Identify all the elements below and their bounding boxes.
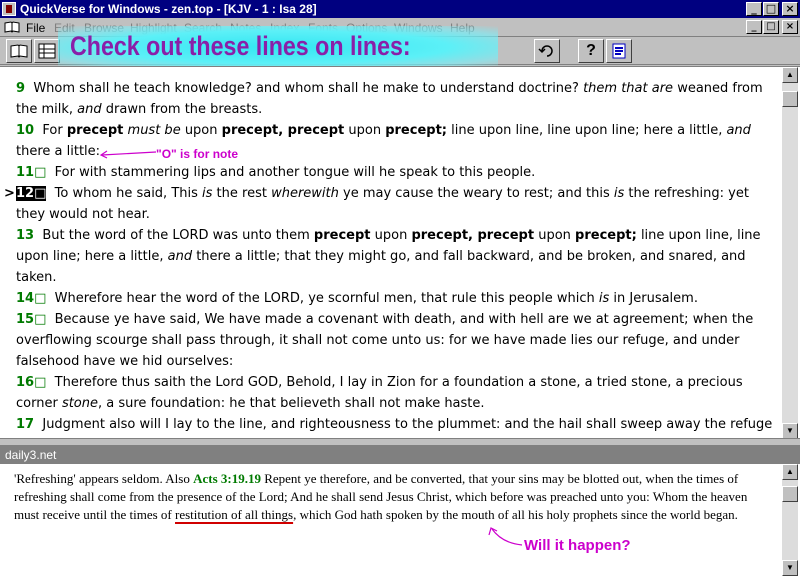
verse[interactable]: >12□ To whom he said, This is the rest w…	[4, 183, 778, 225]
notes-pane[interactable]: 'Refreshing' appears seldom. Also Acts 3…	[0, 464, 800, 576]
verse-number[interactable]: 11□	[16, 165, 46, 180]
bible-text-pane[interactable]: 9 Whom shall he teach knowledge? and who…	[0, 66, 800, 453]
verse-text: upon	[370, 228, 412, 243]
verse-text: in Jerusalem.	[609, 291, 698, 306]
verse-number[interactable]: 14□	[16, 291, 46, 306]
child-minimize-button[interactable]: _	[746, 20, 762, 34]
minimize-button[interactable]: _	[746, 2, 762, 16]
scripture-reference-link[interactable]: Acts 3:19.19	[193, 471, 261, 486]
verse-text: Whom shall he teach knowledge? and whom …	[33, 81, 584, 96]
verse-text: line upon line, line upon line; here a l…	[447, 123, 727, 138]
note-arrow-icon	[99, 150, 157, 159]
verse-text: For with stammering lips and another ton…	[54, 165, 536, 180]
verse-number[interactable]: 15□	[16, 312, 46, 327]
verse-text: For	[42, 123, 67, 138]
verse-text: is	[598, 291, 610, 306]
verse-number[interactable]: 17	[16, 417, 34, 432]
verse-text: , a sure foundation: he that believeth s…	[98, 396, 485, 411]
verse-text: must be	[127, 123, 181, 138]
menu-file[interactable]: File	[26, 21, 45, 35]
current-verse-pointer: >	[4, 186, 15, 201]
verse-text: precept, precept	[221, 123, 345, 138]
scroll-up-button[interactable]: ▲	[782, 67, 798, 83]
help-button[interactable]: ?	[578, 39, 604, 63]
verse-text: and	[726, 123, 751, 138]
open-book-button[interactable]	[6, 39, 32, 63]
note-text-intro: 'Refreshing' appears seldom. Also	[14, 471, 194, 486]
verse-text: there a little:	[16, 144, 101, 159]
verse-number[interactable]: 13	[16, 228, 34, 243]
title-bar[interactable]: QuickVerse for Windows - zen.top - [KJV …	[0, 0, 800, 18]
verse[interactable]: 15□ Because ye have said, We have made a…	[16, 309, 778, 372]
verse-text: ye may cause the weary to rest; and this	[338, 186, 614, 201]
child-restore-button[interactable]: □	[763, 20, 779, 34]
notes-scroll-thumb[interactable]	[782, 486, 798, 502]
book-icon[interactable]	[4, 21, 20, 33]
verse-text: Because ye have said, We have made a cov…	[16, 312, 754, 369]
undo-button[interactable]	[534, 39, 560, 63]
verse[interactable]: 16□ Therefore thus saith the Lord GOD, B…	[16, 372, 778, 414]
verse-text: and	[167, 249, 193, 264]
app-icon[interactable]	[2, 2, 16, 16]
pane-splitter[interactable]	[0, 438, 800, 446]
window-title: QuickVerse for Windows - zen.top - [KJV …	[20, 2, 317, 16]
notes-vertical-scrollbar[interactable]: ▲ ▼	[782, 464, 798, 576]
verse-text: precept;	[575, 228, 637, 243]
verse-text: is	[202, 186, 213, 201]
notes-button[interactable]	[606, 39, 632, 63]
verse-text: upon	[180, 123, 222, 138]
verse[interactable]: 14□ Wherefore hear the word of the LORD,…	[16, 288, 778, 309]
maximize-button[interactable]: □	[763, 2, 779, 16]
layout-button[interactable]	[34, 39, 60, 63]
note-text-end: , which God hath spoken by the mouth of …	[293, 507, 738, 522]
verse-text: precept, precept	[411, 228, 535, 243]
verse-number[interactable]: 16□	[16, 375, 46, 390]
verse[interactable]: 9 Whom shall he teach knowledge? and who…	[16, 78, 778, 120]
verse-text: drawn from the breasts.	[101, 102, 263, 117]
verse-text: To whom he said, This	[54, 186, 203, 201]
verse-list: 9 Whom shall he teach knowledge? and who…	[4, 78, 778, 456]
verse-text: But the word of the LORD was unto them	[42, 228, 314, 243]
question-arrow-icon	[488, 527, 523, 546]
notes-scroll-down-button[interactable]: ▼	[782, 560, 798, 576]
notes-icon	[612, 43, 626, 59]
grid-icon	[38, 43, 56, 59]
undo-icon	[538, 45, 553, 57]
scroll-thumb[interactable]	[782, 91, 798, 107]
verse-text: Wherefore hear the word of the LORD, ye …	[54, 291, 599, 306]
verse-text: them that are	[583, 81, 674, 96]
verse-text: stone	[61, 396, 98, 411]
verse-text: upon	[344, 123, 386, 138]
close-button[interactable]: ×	[782, 2, 798, 16]
scroll-down-button[interactable]: ▼	[782, 423, 798, 439]
note-annotation-label: "O" is for note	[156, 147, 239, 161]
question-icon: ?	[586, 42, 596, 59]
top-vertical-scrollbar[interactable]: ▲ ▼	[782, 67, 798, 439]
question-annotation-label: Will it happen?	[524, 537, 631, 554]
verse-text: is	[613, 186, 625, 201]
verse-text: the rest	[212, 186, 272, 201]
verse[interactable]: 11□ For with stammering lips and another…	[16, 162, 778, 183]
verse-text: precept;	[385, 123, 447, 138]
verse-text: upon	[534, 228, 576, 243]
annotation-banner-text: Check out these lines on lines:	[70, 31, 411, 61]
verse-text: wherewith	[271, 186, 339, 201]
verse-number[interactable]: 10	[16, 123, 34, 138]
verse-number[interactable]: 9	[16, 81, 25, 96]
notes-pane-title: daily3.net	[5, 448, 57, 462]
verse-text: precept	[66, 123, 124, 138]
verse[interactable]: 13 But the word of the LORD was unto the…	[16, 225, 778, 288]
verse-text: precept	[313, 228, 371, 243]
notes-pane-header: daily3.net	[0, 446, 800, 464]
verse-number[interactable]: 12□	[16, 186, 47, 201]
child-close-button[interactable]: ×	[782, 20, 798, 34]
open-book-icon	[10, 44, 28, 58]
underlined-phrase: restitution of all things	[175, 507, 294, 522]
notes-scroll-up-button[interactable]: ▲	[782, 464, 798, 480]
note-text[interactable]: 'Refreshing' appears seldom. Also Acts 3…	[14, 470, 774, 524]
verse-text: and	[77, 102, 102, 117]
